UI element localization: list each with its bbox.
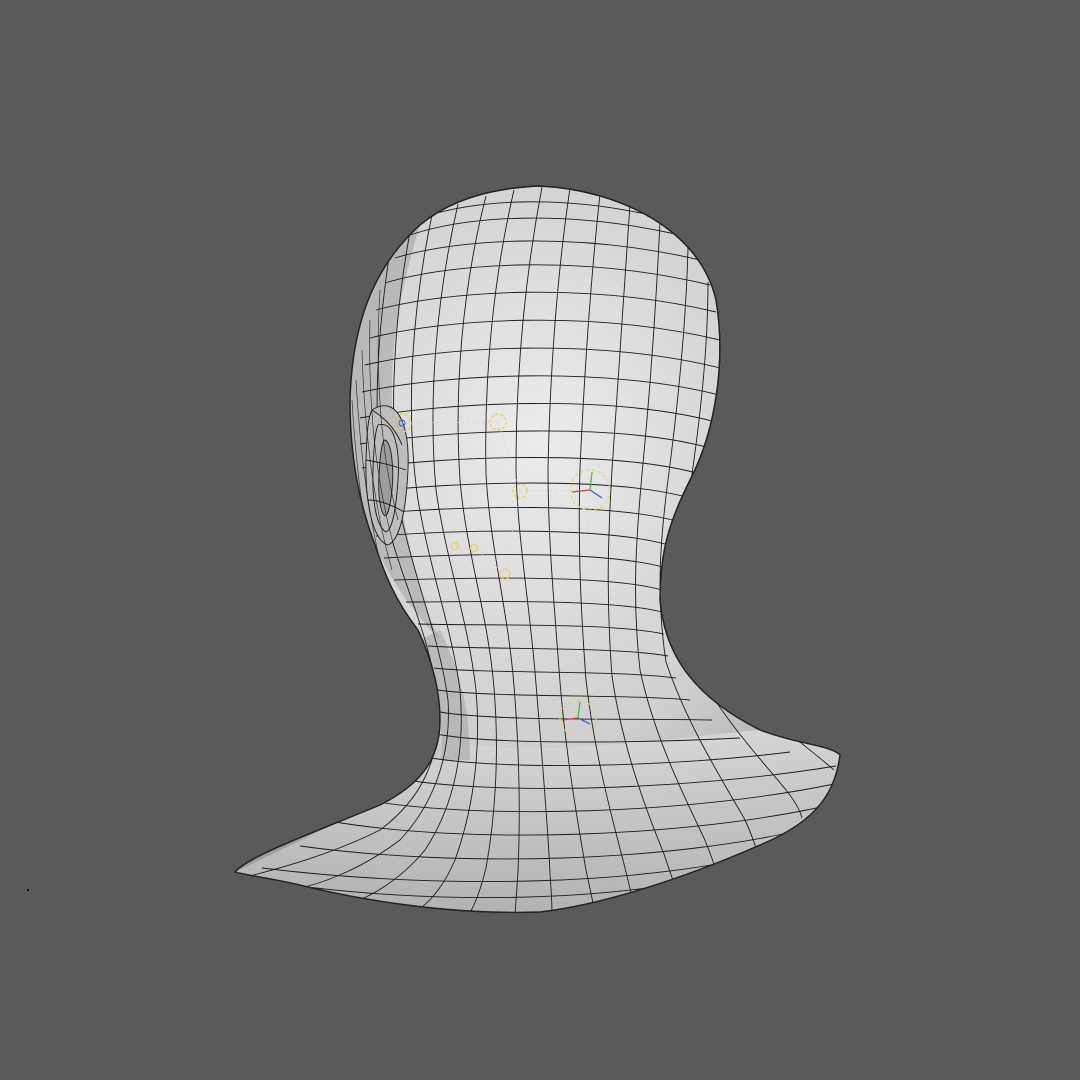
viewport-marker	[27, 889, 29, 891]
3d-viewport[interactable]	[0, 0, 1080, 1080]
viewport-canvas[interactable]	[0, 0, 1080, 1080]
head-mesh[interactable]	[233, 185, 841, 918]
